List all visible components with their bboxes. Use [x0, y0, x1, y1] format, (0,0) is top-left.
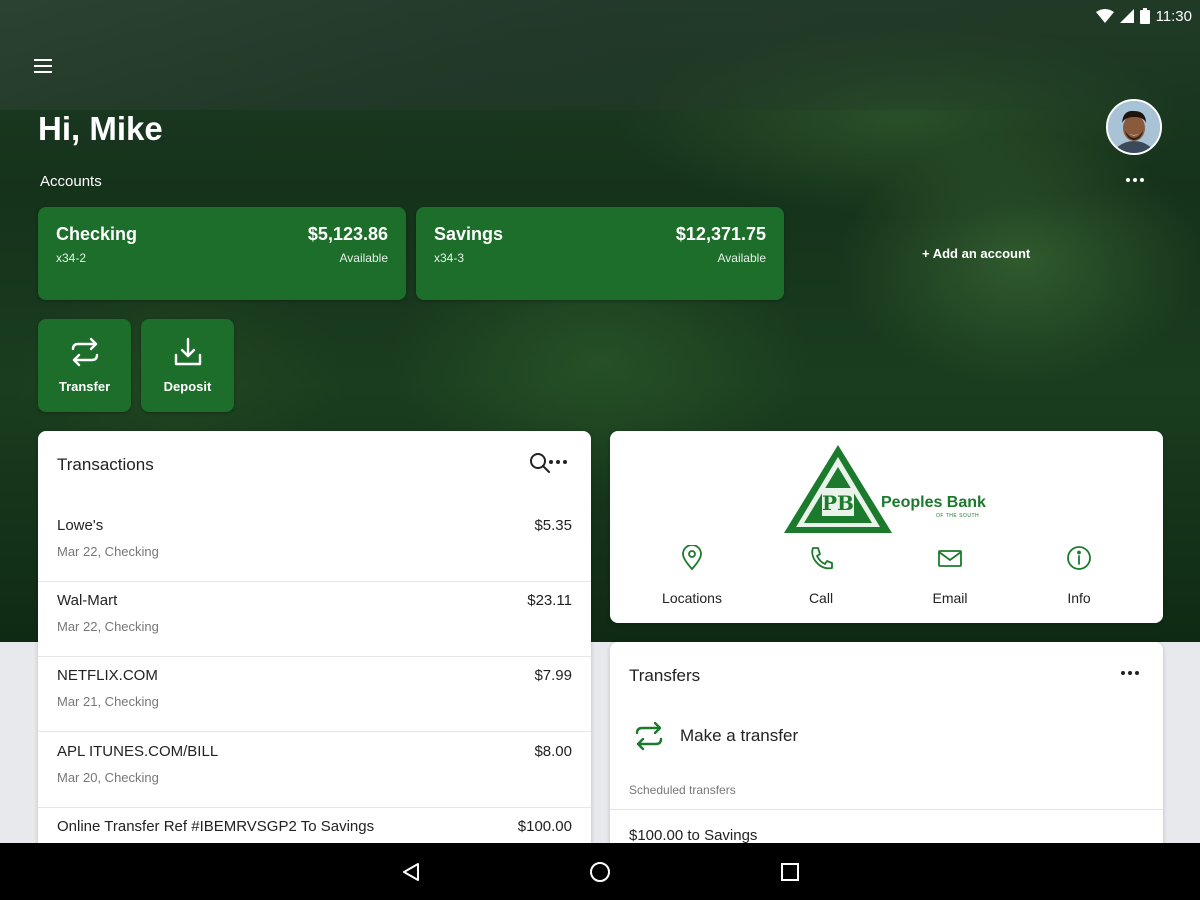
transaction-detail: Mar 20, Checking [57, 770, 159, 785]
make-transfer-label: Make a transfer [680, 726, 799, 745]
transaction-amount: $5.35 [534, 517, 572, 534]
back-icon[interactable] [396, 857, 426, 887]
account-name: Checking [56, 224, 138, 244]
email-icon [938, 550, 962, 567]
accounts-label: Accounts [40, 173, 102, 190]
deposit-button[interactable]: Deposit [141, 319, 234, 412]
transaction-amount: $8.00 [534, 743, 572, 760]
system-navigation-bar [0, 843, 1200, 900]
transaction-row[interactable]: APL ITUNES.COM/BILL Mar 20, Checking $8.… [38, 733, 591, 808]
transfers-card: Transfers Make a transfer Scheduled tran… [610, 642, 1163, 872]
contact-label: Email [932, 590, 968, 606]
scheduled-transfers-label: Scheduled transfers [629, 783, 736, 797]
make-transfer-button[interactable]: Make a transfer [632, 718, 798, 754]
transaction-row[interactable]: Lowe's Mar 22, Checking $5.35 [38, 507, 591, 582]
battery-icon [1139, 8, 1150, 24]
contact-label: Locations [662, 590, 722, 606]
transaction-description: Wal-Mart [57, 592, 118, 609]
transaction-description: APL ITUNES.COM/BILL [57, 743, 219, 760]
status-bar: 11:30 [1000, 0, 1200, 32]
add-account-link[interactable]: + Add an account [922, 246, 1030, 261]
logo-initials: PB [822, 491, 854, 515]
account-number: x34-3 [434, 251, 465, 265]
bank-name: Peoples Bank [881, 494, 986, 511]
transaction-amount: $7.99 [534, 667, 572, 684]
transaction-detail: Mar 22, Checking [57, 619, 159, 634]
contact-email[interactable]: Email [900, 545, 1000, 606]
clock-time: 11:30 [1155, 7, 1192, 25]
contact-call[interactable]: Call [771, 545, 871, 606]
info-icon [1067, 546, 1091, 570]
contact-label: Info [1067, 590, 1091, 606]
contact-info[interactable]: Info [1029, 545, 1129, 606]
transfer-label: Transfer [58, 379, 111, 394]
divider [610, 809, 1163, 810]
transfer-button[interactable]: Transfer [38, 319, 131, 412]
transactions-more-icon[interactable] [545, 452, 571, 472]
deposit-icon [174, 337, 201, 366]
transactions-title: Transactions [57, 455, 154, 474]
account-card-savings[interactable]: Savings x34-3 $12,371.75 Available [416, 207, 784, 300]
menu-icon[interactable] [28, 52, 58, 80]
transactions-card: Transactions Lowe's Mar 22, Checking $5.… [38, 431, 591, 861]
accounts-more-icon[interactable] [1122, 170, 1148, 190]
transaction-description: Lowe's [57, 517, 104, 534]
account-availability: Available [717, 251, 766, 265]
recents-icon[interactable] [775, 857, 805, 887]
transaction-detail: Mar 22, Checking [57, 544, 159, 559]
account-balance: $12,371.75 [675, 224, 766, 244]
contact-locations[interactable]: Locations [642, 545, 742, 606]
transfers-title: Transfers [629, 666, 701, 685]
deposit-label: Deposit [163, 379, 212, 394]
location-pin-icon [682, 545, 702, 571]
transaction-row[interactable]: NETFLIX.COM Mar 21, Checking $7.99 [38, 657, 591, 732]
bank-logo: PB [784, 445, 892, 533]
home-icon[interactable] [585, 857, 615, 887]
transfers-more-icon[interactable] [1117, 663, 1143, 683]
transaction-amount: $100.00 [517, 818, 572, 835]
transaction-detail: Mar 21, Checking [57, 694, 159, 709]
wifi-icon [1095, 9, 1114, 23]
account-number: x34-2 [56, 251, 87, 265]
phone-icon [811, 547, 833, 570]
transaction-amount: $23.11 [527, 592, 572, 609]
signal-icon [1119, 9, 1134, 23]
account-availability: Available [339, 251, 388, 265]
bank-tagline: OF THE SOUTH [936, 513, 980, 519]
avatar[interactable] [1106, 99, 1162, 155]
transaction-description: NETFLIX.COM [57, 667, 158, 684]
contact-label: Call [808, 590, 834, 606]
account-card-checking[interactable]: Checking x34-2 $5,123.86 Available [38, 207, 406, 300]
transaction-description: Online Transfer Ref #IBEMRVSGP2 To Savin… [57, 818, 375, 835]
transaction-row[interactable]: Wal-Mart Mar 22, Checking $23.11 [38, 582, 591, 657]
account-name: Savings [434, 224, 504, 244]
greeting-title: Hi, Mike [38, 110, 163, 147]
transfer-icon [71, 337, 98, 367]
transfer-icon [635, 721, 663, 751]
scheduled-transfer-item[interactable]: $100.00 to Savings [629, 827, 757, 844]
account-balance: $5,123.86 [307, 224, 388, 244]
bank-info-card: PB Peoples Bank OF THE SOUTH Locations C… [610, 431, 1163, 623]
